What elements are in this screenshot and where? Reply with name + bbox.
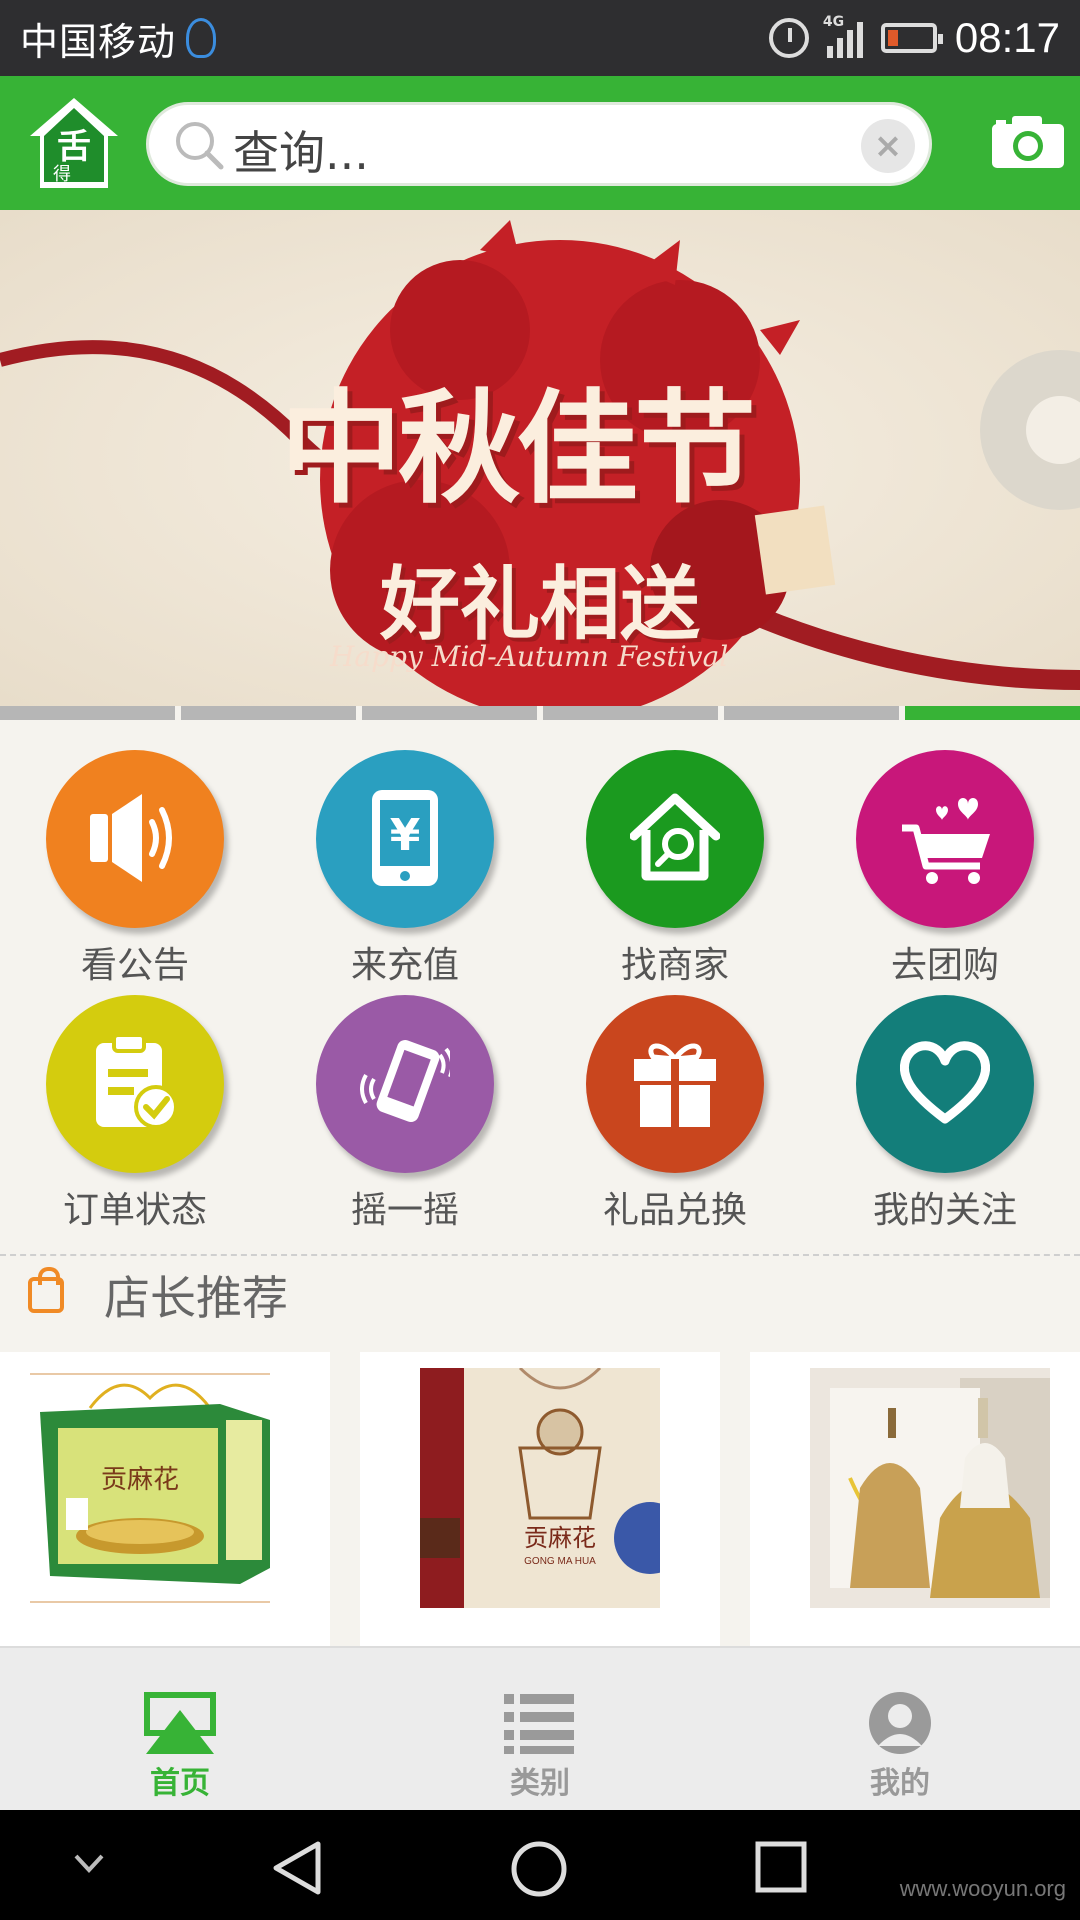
home-circle-icon[interactable] [510,1840,568,1898]
shopping-bag-icon [28,1267,64,1313]
carousel-dot[interactable] [724,706,899,720]
carousel-dot[interactable] [0,706,175,720]
grid-item-recharge[interactable]: ¥ 来充值 [270,740,540,986]
alarm-icon [768,18,809,58]
camera-icon[interactable] [990,114,1066,170]
battery-icon [880,23,943,53]
app-header: 舌 得 查询... × [0,76,1080,210]
qq-icon [186,18,217,58]
product-name: 贡麻花 [101,1465,179,1495]
network-type: 4G [822,14,845,30]
heart-icon [856,995,1034,1173]
signal-icon: 4G [823,14,863,58]
user-icon [869,1692,931,1754]
search-icon [176,122,224,170]
status-bar: 中国移动 4G 08:17 [0,0,1080,76]
section-title: 店长推荐 [104,1271,288,1325]
back-icon[interactable] [270,1840,326,1896]
carrier-name: 中国移动 [20,19,177,64]
grid-item-group-buy[interactable]: 去团购 [810,740,1080,986]
list-icon [504,1694,574,1754]
clock: 08:17 [954,14,1060,61]
cart-icon [856,750,1034,928]
carousel-dot[interactable] [181,706,356,720]
bottom-tab-bar: 首页 类别 我的 [0,1646,1080,1810]
clipboard-check-icon [46,995,224,1173]
product-image: 贡麻花 GONG MA HUA [420,1368,660,1608]
feature-grid: 看公告 ¥ 来充值 找商家 去团购 订单状态 摇一摇 礼品兑换 我的关注 [0,740,1080,1231]
section-header: 店长推荐 [28,1262,288,1328]
section-divider [0,1254,1080,1256]
grid-row-1: 看公告 ¥ 来充值 找商家 去团购 [0,740,1080,986]
banner-subtitle: 好礼相送 [380,557,700,651]
watermark: www.wooyun.org [899,1876,1066,1901]
svg-text:舌: 舌 [57,127,91,167]
promo-banner[interactable]: 中秋佳节 好礼相送 Happy Mid-Autumn Festival [0,210,1080,706]
product-image [810,1368,1050,1608]
tab-home[interactable]: 首页 [0,1648,360,1810]
svg-text:得: 得 [53,164,71,185]
speaker-icon [46,750,224,928]
product-card[interactable]: 贡麻花 [0,1352,330,1646]
grid-item-my-favorites[interactable]: 我的关注 [810,985,1080,1231]
grid-label: 订单状态 [62,1190,207,1231]
grid-item-find-merchant[interactable]: 找商家 [540,740,810,986]
grid-label: 找商家 [620,945,729,986]
product-image: 贡麻花 [30,1373,270,1603]
house-search-icon [586,750,764,928]
grid-label: 看公告 [80,945,189,986]
banner-english-text: Happy Mid-Autumn Festival [330,640,729,673]
phone-yuan-icon: ¥ [316,750,494,928]
tab-mine[interactable]: 我的 [720,1648,1080,1810]
search-input[interactable]: 查询... [233,117,369,183]
home-icon [144,1692,216,1754]
system-navigation-bar: www.wooyun.org [0,1810,1080,1920]
carousel-dot[interactable] [905,706,1080,720]
clear-search-button[interactable]: × [861,119,915,173]
product-card[interactable] [750,1352,1080,1646]
search-box[interactable]: 查询... × [146,102,932,186]
shake-phone-icon [316,995,494,1173]
grid-label: 来充值 [350,945,459,986]
tab-label: 首页 [150,1766,210,1801]
grid-label: 去团购 [890,945,999,986]
tab-label: 类别 [510,1766,570,1801]
chevron-down-icon[interactable] [72,1852,106,1876]
grid-item-announcements[interactable]: 看公告 [0,740,270,986]
tab-label: 我的 [870,1766,930,1801]
recent-apps-icon[interactable] [754,1840,808,1894]
carousel-indicator [0,706,1080,720]
product-list: 贡麻花 贡麻花 GONG MA HUA [0,1352,1080,1646]
grid-label: 摇一摇 [350,1190,459,1231]
product-name: 贡麻花 [524,1524,596,1552]
tab-category[interactable]: 类别 [360,1648,720,1810]
carousel-dot[interactable] [362,706,537,720]
grid-label: 礼品兑换 [602,1190,747,1231]
product-card[interactable]: 贡麻花 GONG MA HUA [360,1352,720,1646]
grid-item-gift-exchange[interactable]: 礼品兑换 [540,985,810,1231]
grid-label: 我的关注 [872,1190,1017,1231]
svg-text:¥: ¥ [390,810,421,861]
grid-item-order-status[interactable]: 订单状态 [0,985,270,1231]
grid-item-shake[interactable]: 摇一摇 [270,985,540,1231]
grid-row-2: 订单状态 摇一摇 礼品兑换 我的关注 [0,985,1080,1231]
banner-title: 中秋佳节 [280,376,756,520]
gift-icon [586,995,764,1173]
app-logo[interactable]: 舌 得 [28,96,120,190]
product-subname: GONG MA HUA [524,1556,596,1567]
carousel-dot[interactable] [543,706,718,720]
